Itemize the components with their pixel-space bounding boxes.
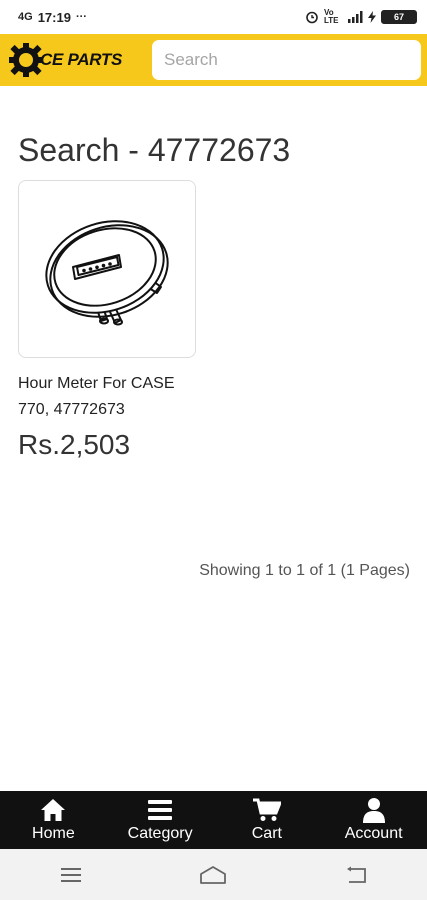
bottom-nav: Home Category Cart Account	[0, 791, 427, 849]
gear-logo-icon	[9, 43, 43, 77]
hour-meter-image	[45, 220, 169, 326]
status-time: 17:19	[37, 9, 71, 25]
page-title: Search - 47772673	[18, 132, 291, 168]
status-right: Vo LTE 67	[305, 9, 417, 25]
app-header: CE PARTS	[0, 34, 427, 86]
system-home-icon[interactable]	[193, 860, 233, 890]
signal-bars-icon	[348, 11, 363, 23]
notification-icons: ···	[75, 11, 87, 23]
logo[interactable]: CE PARTS	[8, 42, 148, 78]
status-left: 4G 17:19 ···	[18, 10, 87, 25]
battery-level: 67	[393, 12, 404, 22]
product-price: Rs.2,503	[18, 429, 131, 460]
home-icon	[40, 797, 66, 823]
nav-home-label: Home	[32, 825, 75, 842]
product-image-card[interactable]	[18, 180, 196, 358]
search-input[interactable]	[152, 40, 421, 80]
pagination-text: Showing 1 to 1 of 1 (1 Pages)	[199, 562, 410, 579]
system-nav-bar	[0, 849, 427, 900]
user-icon	[362, 797, 385, 823]
battery-icon: 67	[381, 10, 417, 24]
volte-icon: Vo LTE	[324, 8, 339, 25]
alarm-icon	[306, 11, 318, 24]
charging-icon	[368, 11, 376, 23]
nav-account[interactable]: Account	[320, 791, 427, 849]
nav-category-label: Category	[127, 825, 193, 842]
status-bar: 4G 17:19 ··· Vo LTE 67	[0, 0, 427, 34]
nav-cart[interactable]: Cart	[214, 791, 321, 849]
cart-icon	[252, 797, 281, 823]
back-icon[interactable]	[336, 860, 376, 890]
nav-home[interactable]: Home	[0, 791, 107, 849]
menu-icon	[148, 797, 173, 823]
product-name-link[interactable]: Hour Meter For CASE 770, 47772673	[18, 371, 208, 423]
signal-icon: 4G	[18, 11, 33, 23]
recent-apps-icon[interactable]	[51, 860, 91, 890]
nav-account-label: Account	[344, 825, 403, 842]
nav-category[interactable]: Category	[107, 791, 214, 849]
logo-text: CE PARTS	[40, 50, 122, 69]
nav-cart-label: Cart	[251, 825, 282, 842]
